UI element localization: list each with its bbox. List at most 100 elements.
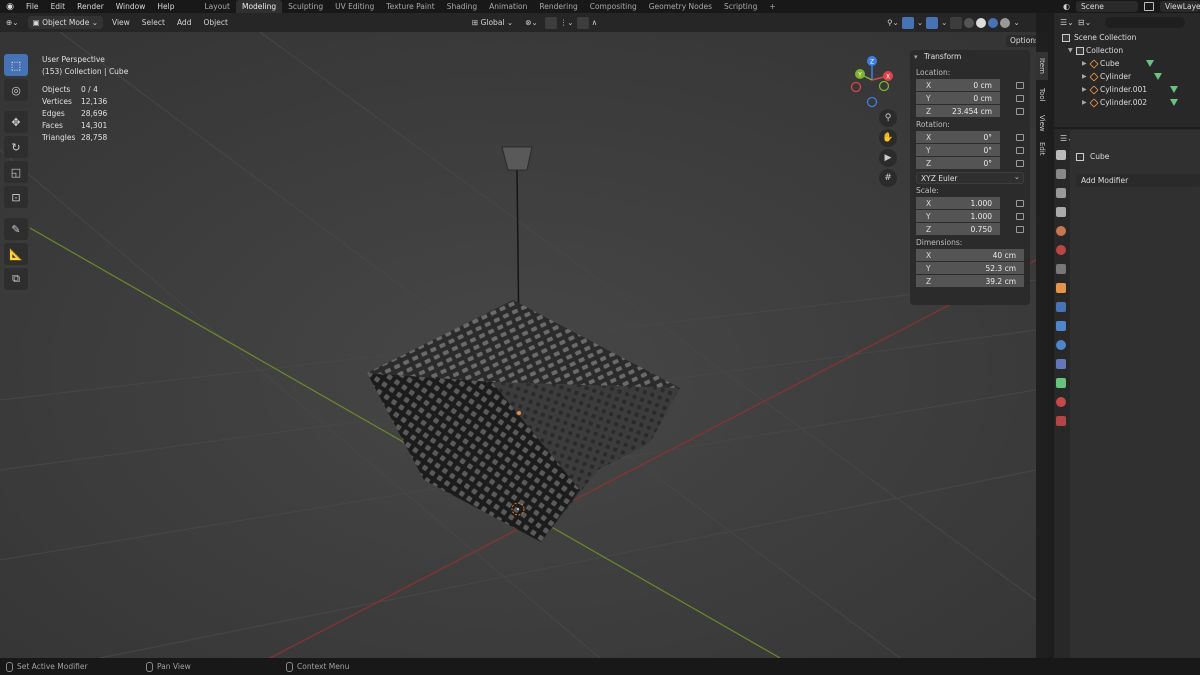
pan-view-icon[interactable]: ✋ xyxy=(879,129,897,147)
measure-tool-icon[interactable]: 📐 xyxy=(4,243,28,265)
overlay-toggle-icon[interactable] xyxy=(926,16,939,29)
location-y-field[interactable]: Y 0 cm xyxy=(916,92,1024,105)
editor-type-icon[interactable]: ⊕⌄ xyxy=(0,13,25,32)
menu-help[interactable]: Help xyxy=(151,0,180,13)
tab-layout[interactable]: Layout xyxy=(198,0,236,13)
tab-compositing[interactable]: Compositing xyxy=(584,0,643,13)
lock-icon[interactable] xyxy=(1016,226,1024,233)
tab-modeling[interactable]: Modeling xyxy=(235,0,283,13)
gizmo-neg-y[interactable] xyxy=(878,80,890,92)
navigation-gizmo[interactable]: Z X Y xyxy=(848,54,896,110)
xray-icon[interactable] xyxy=(950,16,963,29)
menu-select[interactable]: Select xyxy=(136,13,171,32)
snap-target-icon[interactable]: ⋮⌄ xyxy=(558,13,576,32)
mesh-data-icon[interactable] xyxy=(1146,60,1154,68)
mesh-data-icon[interactable] xyxy=(1170,86,1178,94)
expand-collection-icon[interactable]: ▼ xyxy=(1068,44,1073,57)
modifier-properties-icon[interactable] xyxy=(1056,302,1066,312)
scene-selector[interactable]: Scene xyxy=(1076,1,1138,12)
menu-file[interactable]: File xyxy=(20,0,45,13)
lock-icon[interactable] xyxy=(1016,95,1024,102)
scale-z-field[interactable]: Z 0.750 xyxy=(916,223,1024,236)
gizmo-toggle-icon[interactable] xyxy=(901,16,914,29)
texture-properties-icon[interactable] xyxy=(1056,416,1066,426)
mesh-data-properties-icon[interactable] xyxy=(1056,378,1066,388)
tab-edit[interactable]: Edit xyxy=(1036,138,1048,160)
outliner-item-cube[interactable]: ▶ Cube xyxy=(1054,57,1200,70)
shading-material-icon[interactable] xyxy=(988,17,999,28)
rotation-y-field[interactable]: Y 0° xyxy=(916,144,1024,157)
outliner-filter-icon[interactable]: ⊟⌄ xyxy=(1078,18,1091,27)
cursor-tool-icon[interactable]: ◎ xyxy=(4,79,28,101)
scene-icon[interactable]: ◐ xyxy=(1063,2,1070,11)
lock-icon[interactable] xyxy=(1016,160,1024,167)
transform-tool-icon[interactable]: ⊡ xyxy=(4,186,28,208)
add-workspace-icon[interactable]: + xyxy=(763,0,781,13)
ortho-toggle-icon[interactable]: # xyxy=(879,169,897,187)
snap-icon[interactable] xyxy=(544,16,557,29)
dimensions-z-field[interactable]: Z 39.2 cm xyxy=(916,275,1024,288)
scene-properties-icon[interactable] xyxy=(1056,226,1066,236)
blender-logo-icon[interactable]: ◉ xyxy=(4,1,16,13)
constraint-properties-icon[interactable] xyxy=(1056,359,1066,369)
menu-view[interactable]: View xyxy=(106,13,136,32)
rotation-mode-select[interactable]: XYZ Euler xyxy=(916,171,1024,184)
scale-y-field[interactable]: Y 1.000 xyxy=(916,210,1024,223)
tab-texture-paint[interactable]: Texture Paint xyxy=(380,0,440,13)
lock-icon[interactable] xyxy=(1016,200,1024,207)
add-cube-tool-icon[interactable]: ⧉ xyxy=(4,268,28,290)
location-z-field[interactable]: Z 23.454 cm xyxy=(916,105,1024,118)
outliner-item-cylinder-001[interactable]: ▶ Cylinder.001 xyxy=(1054,83,1200,96)
world-properties-icon[interactable] xyxy=(1056,245,1066,255)
add-modifier-button[interactable]: Add Modifier xyxy=(1076,174,1200,187)
gizmo-neg-z[interactable] xyxy=(866,96,878,108)
tab-view[interactable]: View xyxy=(1036,110,1048,136)
physics-properties-icon[interactable] xyxy=(1056,340,1066,350)
scale-tool-icon[interactable]: ◱ xyxy=(4,161,28,183)
output-properties-icon[interactable] xyxy=(1056,188,1066,198)
view-layer-icon[interactable] xyxy=(1144,2,1154,11)
move-tool-icon[interactable]: ✥ xyxy=(4,111,28,133)
tab-uv-editing[interactable]: UV Editing xyxy=(329,0,380,13)
expand-item-icon[interactable]: ▶ xyxy=(1082,57,1087,70)
outliner-search-input[interactable] xyxy=(1105,16,1186,28)
rotation-z-field[interactable]: Z 0° xyxy=(916,157,1024,170)
tab-geometry-nodes[interactable]: Geometry Nodes xyxy=(643,0,718,13)
render-properties-icon[interactable] xyxy=(1056,169,1066,179)
tab-tool[interactable]: Tool xyxy=(1036,82,1048,108)
lock-icon[interactable] xyxy=(1016,82,1024,89)
gizmo-neg-x[interactable] xyxy=(850,81,862,93)
shading-rendered-icon[interactable] xyxy=(1000,17,1011,28)
visibility-icon[interactable]: ⚲⌄ xyxy=(885,13,901,32)
menu-add[interactable]: Add xyxy=(171,13,198,32)
menu-render[interactable]: Render xyxy=(71,0,110,13)
location-x-field[interactable]: X 0 cm xyxy=(916,79,1024,92)
object-properties-icon[interactable] xyxy=(1056,283,1066,293)
transform-panel-title[interactable]: Transform xyxy=(910,50,1030,64)
select-box-tool-icon[interactable]: ⬚ xyxy=(4,54,28,76)
lock-icon[interactable] xyxy=(1016,134,1024,141)
rotation-x-field[interactable]: X 0° xyxy=(916,131,1024,144)
outliner-scene-collection[interactable]: Scene Collection xyxy=(1054,31,1200,44)
expand-item-icon[interactable]: ▶ xyxy=(1082,83,1087,96)
overlay-dropdown-icon[interactable]: ⌄ xyxy=(939,13,949,32)
expand-item-icon[interactable]: ▶ xyxy=(1082,96,1087,109)
view-layer-selector[interactable]: ViewLayer xyxy=(1160,1,1200,12)
camera-view-icon[interactable]: ▶ xyxy=(879,149,897,167)
outliner-editor-type-icon[interactable]: ☰⌄ xyxy=(1060,18,1074,27)
annotate-tool-icon[interactable]: ✎ xyxy=(4,218,28,240)
lock-icon[interactable] xyxy=(1016,147,1024,154)
object-name[interactable]: Cube xyxy=(1090,152,1109,161)
tool-settings-icon[interactable] xyxy=(1056,150,1066,160)
zoom-view-icon[interactable]: ⚲ xyxy=(879,109,897,127)
outliner-item-cylinder[interactable]: ▶ Cylinder xyxy=(1054,70,1200,83)
mode-selector[interactable]: ▣ Object Mode ⌄ xyxy=(27,16,103,29)
scale-x-field[interactable]: X 1.000 xyxy=(916,197,1024,210)
tab-item[interactable]: Item xyxy=(1036,52,1048,80)
falloff-icon[interactable]: ∧ xyxy=(590,13,600,32)
mesh-data-icon[interactable] xyxy=(1154,73,1162,81)
lock-icon[interactable] xyxy=(1016,213,1024,220)
material-properties-icon[interactable] xyxy=(1056,397,1066,407)
expand-item-icon[interactable]: ▶ xyxy=(1082,70,1087,83)
tab-shading[interactable]: Shading xyxy=(441,0,483,13)
